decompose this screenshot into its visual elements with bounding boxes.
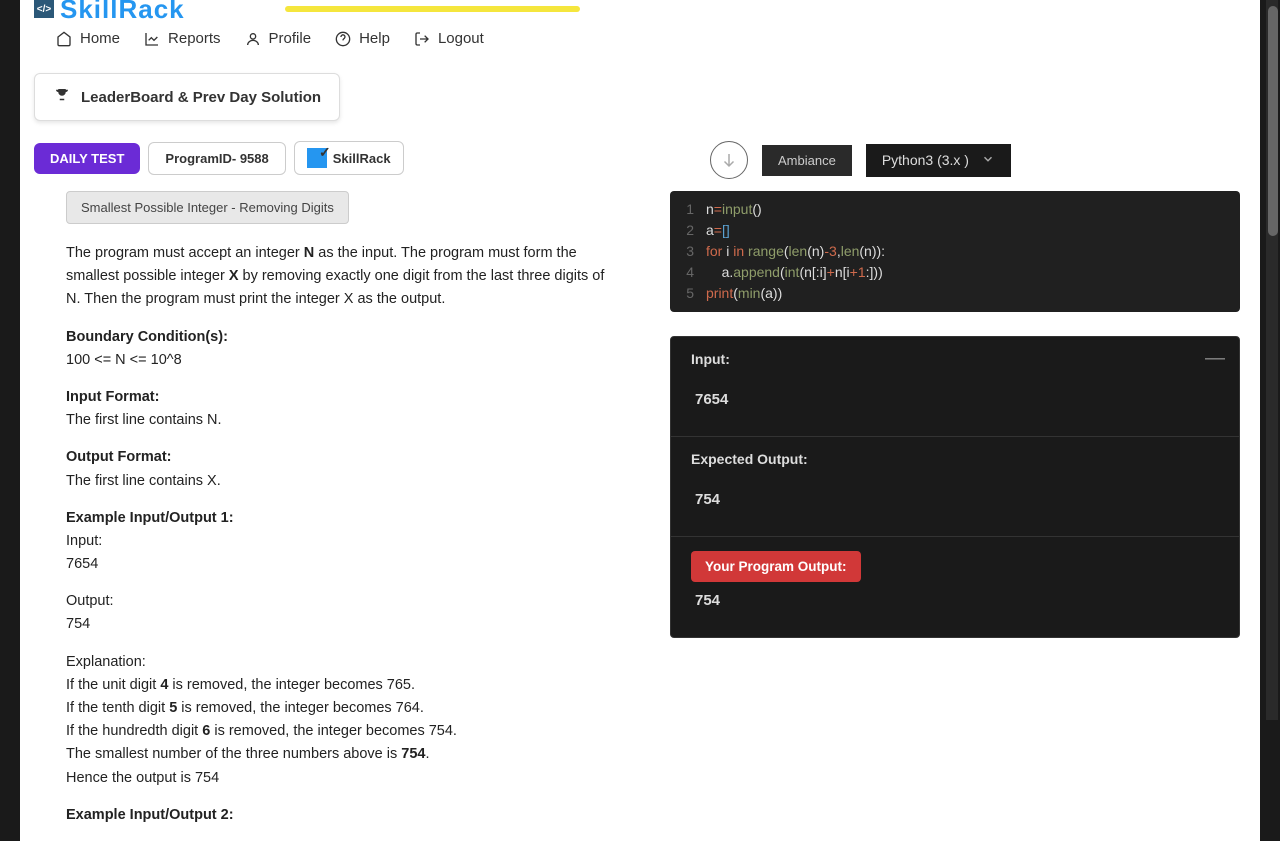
nav-home[interactable]: Home — [56, 30, 120, 47]
nav-profile[interactable]: Profile — [245, 30, 312, 47]
nav-logout-label: Logout — [438, 30, 484, 47]
nav-reports[interactable]: Reports — [144, 30, 221, 47]
skillrack-label: SkillRack — [333, 151, 391, 166]
expected-output-label: Expected Output: — [691, 451, 1219, 467]
logo-icon: </> — [34, 0, 54, 18]
boundary-conditions: Boundary Condition(s): 100 <= N <= 10^8 — [66, 326, 608, 372]
nav-reports-label: Reports — [168, 30, 221, 47]
nav-help-label: Help — [359, 30, 390, 47]
line-number: 4 — [670, 262, 706, 283]
line-number: 5 — [670, 283, 706, 304]
example-1-output: Output: 754 — [66, 590, 608, 636]
skillrack-icon: ✓ — [307, 148, 327, 168]
progress-bar — [285, 6, 580, 12]
example-2-title: Example Input/Output 2: — [66, 804, 608, 827]
code-line-2: a=[] — [706, 220, 1240, 241]
chevron-down-icon — [981, 152, 995, 169]
example-1-explanation: Explanation: If the unit digit 4 is remo… — [66, 651, 608, 790]
leaderboard-button[interactable]: LeaderBoard & Prev Day Solution — [34, 73, 340, 121]
your-output-label: Your Program Output: — [691, 551, 861, 582]
home-icon — [56, 31, 72, 47]
nav-help[interactable]: Help — [335, 30, 390, 47]
output-panel: — Input: 7654 Expected Output: 754 Your … — [670, 336, 1240, 638]
theme-selector[interactable]: Ambiance — [762, 145, 852, 176]
user-icon — [245, 31, 261, 47]
nav-logout[interactable]: Logout — [414, 30, 484, 47]
logout-icon — [414, 31, 430, 47]
skillrack-badge[interactable]: ✓ SkillRack — [294, 141, 404, 175]
expected-output-value: 754 — [691, 481, 1219, 522]
nav-profile-label: Profile — [269, 30, 312, 47]
scroll-down-button[interactable] — [710, 141, 748, 179]
main-nav: Home Reports Profile Help Logout — [20, 18, 1260, 59]
input-label: Input: — [691, 351, 1219, 367]
problem-intro: The program must accept an integer N as … — [66, 242, 608, 312]
line-number: 2 — [670, 220, 706, 241]
line-number: 3 — [670, 241, 706, 262]
problem-panel: DAILY TEST ProgramID- 9588 ✓ SkillRack S… — [20, 141, 640, 841]
code-line-4: a.append(int(n[:i]+n[i+1:])) — [706, 262, 1240, 283]
chart-icon — [144, 31, 160, 47]
daily-test-badge[interactable]: DAILY TEST — [34, 143, 140, 174]
leaderboard-label: LeaderBoard & Prev Day Solution — [81, 89, 321, 106]
program-id-badge[interactable]: ProgramID- 9588 — [148, 142, 285, 175]
trophy-icon — [53, 86, 71, 108]
collapse-button[interactable]: — — [1205, 347, 1225, 370]
code-line-3: for i in range(len(n)-3,len(n)): — [706, 241, 1240, 262]
language-label: Python3 (3.x ) — [882, 152, 969, 168]
editor-panel: Ambiance Python3 (3.x ) 1n=input() 2a=[]… — [660, 141, 1260, 841]
help-icon — [335, 31, 351, 47]
code-line-5: print(min(a)) — [706, 283, 1240, 304]
language-selector[interactable]: Python3 (3.x ) — [866, 144, 1011, 177]
logo[interactable]: </> SkillRack — [34, 0, 185, 25]
nav-home-label: Home — [80, 30, 120, 47]
scrollbar-thumb[interactable] — [1268, 6, 1278, 236]
logo-text: SkillRack — [60, 0, 185, 25]
code-line-1: n=input() — [706, 199, 1240, 220]
code-editor[interactable]: 1n=input() 2a=[] 3for i in range(len(n)-… — [670, 191, 1240, 312]
example-1: Example Input/Output 1: Input: 7654 — [66, 507, 608, 577]
your-output-value: 754 — [691, 582, 1219, 623]
input-format: Input Format: The first line contains N. — [66, 386, 608, 432]
input-value: 7654 — [691, 381, 1219, 422]
output-format: Output Format: The first line contains X… — [66, 446, 608, 492]
arrow-down-icon — [720, 151, 738, 169]
problem-title: Smallest Possible Integer - Removing Dig… — [66, 191, 349, 224]
line-number: 1 — [670, 199, 706, 220]
top-bar: </> SkillRack — [20, 0, 1260, 18]
